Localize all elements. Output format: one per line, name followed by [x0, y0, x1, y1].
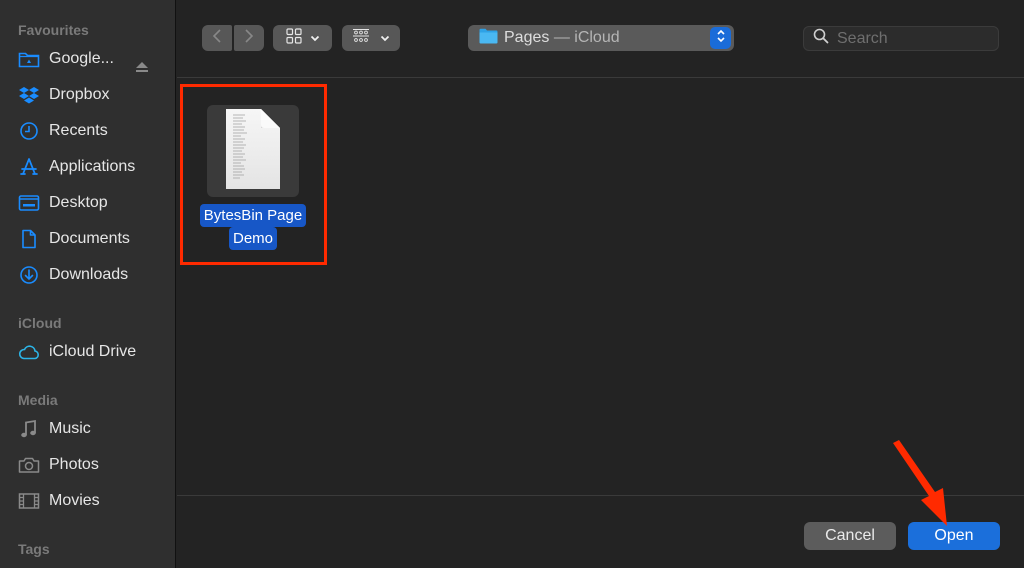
- clock-icon: [18, 120, 40, 142]
- sidebar-item-label: Photos: [49, 456, 99, 473]
- sidebar-item-downloads[interactable]: Downloads: [18, 261, 168, 289]
- desktop-icon: [18, 192, 40, 214]
- location-stepper[interactable]: [710, 27, 731, 49]
- search-field[interactable]: [803, 26, 999, 51]
- file-browser: BytesBin Page Demo: [177, 79, 1024, 495]
- section-favourites-title: Favourites: [18, 22, 89, 38]
- sidebar-item-label: Downloads: [49, 266, 129, 283]
- text-document-icon: [223, 107, 283, 196]
- sidebar-item-recents[interactable]: Recents: [18, 117, 168, 145]
- file-item[interactable]: BytesBin Page Demo: [191, 105, 315, 250]
- chevron-down-icon: [310, 29, 320, 47]
- file-thumbnail: [207, 105, 299, 197]
- sidebar-item-label: Dropbox: [49, 86, 110, 103]
- sidebar-item-label: Google...: [49, 50, 114, 67]
- sidebar-item-label: Documents: [49, 230, 130, 247]
- section-icloud-title: iCloud: [18, 315, 62, 331]
- search-icon: [813, 28, 829, 49]
- sidebar-item-photos[interactable]: Photos: [18, 451, 168, 479]
- sidebar-item-desktop[interactable]: Desktop: [18, 189, 168, 217]
- up-down-chevron-icon: [716, 29, 726, 48]
- cancel-button[interactable]: Cancel: [804, 522, 896, 550]
- group-grid-icon: [352, 28, 370, 49]
- search-input[interactable]: [837, 29, 987, 48]
- group-by-button[interactable]: [342, 25, 400, 51]
- music-note-icon: [18, 418, 40, 440]
- view-mode-button[interactable]: [273, 25, 332, 51]
- open-file-dialog: Favourites Google... Dropbox Recents App…: [0, 0, 1024, 568]
- folder-icon: [479, 28, 498, 49]
- location-label: Pages — iCloud: [504, 29, 620, 46]
- google-drive-folder-icon: [18, 48, 40, 70]
- cloud-icon: [18, 341, 40, 363]
- document-icon: [18, 228, 40, 250]
- chevron-right-icon: [244, 28, 254, 49]
- sidebar-item-label: Movies: [49, 492, 100, 509]
- annotation-arrow-icon: [885, 440, 955, 535]
- sidebar-item-applications[interactable]: Applications: [18, 153, 168, 181]
- chevron-down-icon: [380, 29, 390, 47]
- eject-icon[interactable]: [135, 60, 149, 78]
- location-popup[interactable]: Pages — iCloud: [468, 25, 734, 51]
- sidebar-item-dropbox[interactable]: Dropbox: [18, 81, 168, 109]
- dropbox-icon: [18, 84, 40, 106]
- back-button[interactable]: [202, 25, 232, 51]
- applications-icon: [18, 156, 40, 178]
- icon-grid-icon: [285, 27, 302, 49]
- sidebar-item-label: Desktop: [49, 194, 108, 211]
- sidebar-item-label: Recents: [49, 122, 108, 139]
- sidebar-item-label: Applications: [49, 158, 136, 175]
- forward-button[interactable]: [234, 25, 264, 51]
- sidebar-item-documents[interactable]: Documents: [18, 225, 168, 253]
- sidebar-item-icloud-drive[interactable]: iCloud Drive: [18, 338, 168, 366]
- sidebar-item-movies[interactable]: Movies: [18, 487, 168, 515]
- download-icon: [18, 264, 40, 286]
- sidebar-item-label: iCloud Drive: [49, 343, 137, 360]
- sidebar-item-music[interactable]: Music: [18, 415, 168, 443]
- sidebar-item-label: Music: [49, 420, 91, 437]
- sidebar: Favourites Google... Dropbox Recents App…: [0, 0, 176, 568]
- camera-icon: [18, 454, 40, 476]
- file-name-label: BytesBin Page Demo: [199, 204, 307, 250]
- chevron-left-icon: [212, 28, 222, 49]
- film-icon: [18, 490, 40, 512]
- toolbar: Pages — iCloud: [177, 0, 1024, 78]
- section-media-title: Media: [18, 392, 58, 408]
- section-tags-title: Tags: [18, 541, 50, 557]
